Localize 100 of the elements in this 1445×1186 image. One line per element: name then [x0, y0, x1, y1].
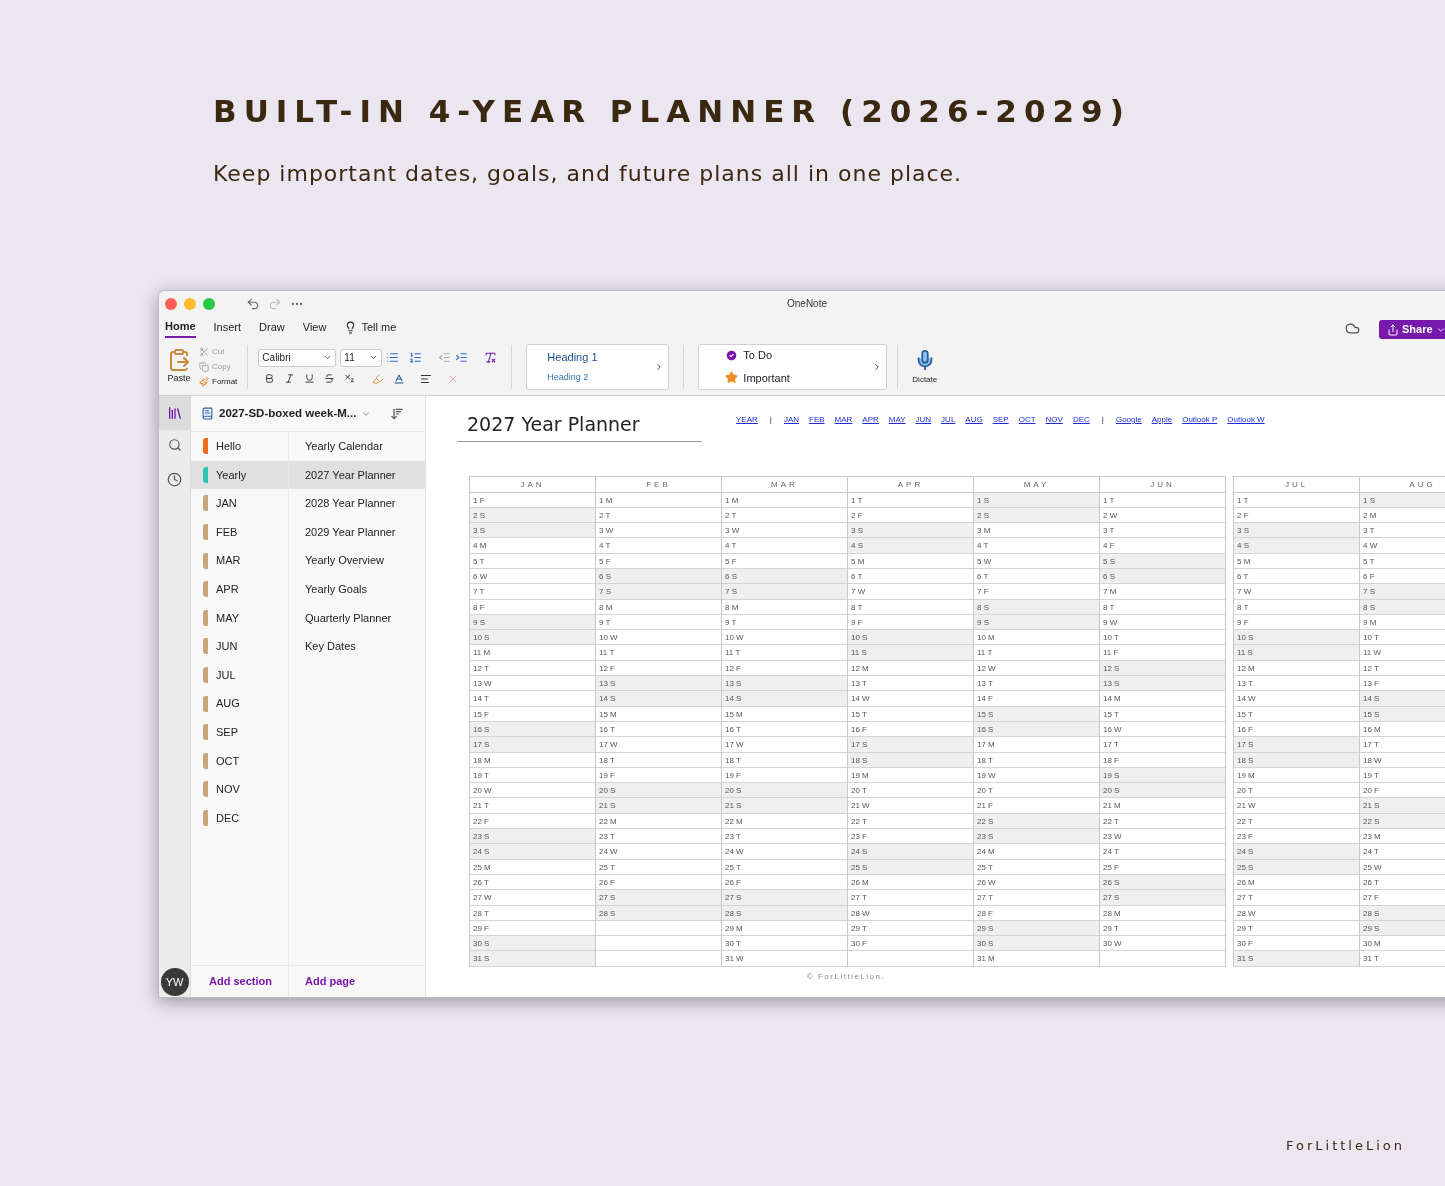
- tell-me-button[interactable]: Tell me: [344, 318, 397, 336]
- nav-link[interactable]: NOV: [1045, 414, 1063, 426]
- section-tab[interactable]: APR: [191, 574, 288, 604]
- nav-link[interactable]: JUL: [941, 414, 956, 426]
- nav-link[interactable]: MAR: [834, 414, 853, 426]
- share-button[interactable]: Share: [1379, 320, 1445, 339]
- ribbon-tab[interactable]: View: [302, 316, 327, 338]
- indent-icon[interactable]: [455, 351, 469, 364]
- day-cell: 17 S: [848, 737, 973, 753]
- chevron-icon: [369, 353, 379, 362]
- section-tab[interactable]: DEC: [191, 803, 288, 833]
- clear-format-icon[interactable]: [484, 351, 498, 364]
- bullet-list-icon[interactable]: [386, 351, 400, 364]
- day-cell: 31 S: [1234, 951, 1359, 967]
- nav-link[interactable]: JUN: [915, 414, 932, 426]
- nav-link[interactable]: OCT: [1018, 414, 1036, 426]
- nav-link[interactable]: AUG: [965, 414, 983, 426]
- section-tab[interactable]: NOV: [191, 775, 288, 804]
- page-tab[interactable]: Yearly Goals: [289, 574, 425, 604]
- format-button[interactable]: Format: [199, 375, 238, 388]
- notebooks-tab[interactable]: [159, 396, 191, 430]
- styles-gallery[interactable]: Heading 1 Heading 2: [526, 343, 670, 390]
- day-cell: 11 S: [848, 645, 973, 661]
- nav-link[interactable]: FEB: [809, 414, 825, 426]
- section-tab[interactable]: JUN: [191, 632, 288, 661]
- user-avatar[interactable]: YW: [160, 968, 189, 996]
- section-tab[interactable]: Yearly: [191, 460, 288, 490]
- paintbrush-icon: [199, 376, 209, 387]
- day-cell: 7 S: [722, 584, 847, 600]
- section-tab[interactable]: MAY: [191, 603, 288, 633]
- nav-link[interactable]: SEP: [992, 414, 1009, 426]
- section-tab[interactable]: MAR: [191, 546, 288, 575]
- nav-link[interactable]: MAY: [888, 414, 906, 426]
- brand-name: ForLittleLion: [1285, 1137, 1405, 1155]
- page-tab[interactable]: 2029 Year Planner: [289, 517, 425, 547]
- day-cell: 4 S: [848, 538, 973, 554]
- month-header: JUL: [1234, 476, 1359, 493]
- section-tab[interactable]: FEB: [191, 517, 288, 547]
- bold-icon[interactable]: [264, 373, 276, 384]
- day-cell: 20 S: [596, 783, 721, 799]
- dictate-button[interactable]: Dictate: [908, 347, 942, 386]
- chevron-icon: [323, 353, 333, 362]
- search-icon[interactable]: [167, 438, 182, 452]
- close-button[interactable]: [165, 297, 177, 310]
- ribbon-tab[interactable]: Draw: [259, 316, 285, 338]
- day-cell: 4 S: [1234, 538, 1359, 554]
- align-icon[interactable]: [420, 372, 433, 385]
- page-tab[interactable]: Yearly Calendar: [289, 432, 425, 461]
- nav-link[interactable]: DEC: [1072, 414, 1090, 426]
- clock-icon[interactable]: [167, 472, 182, 487]
- star-icon: [725, 371, 739, 385]
- to-do-tag[interactable]: To Do: [725, 347, 873, 364]
- ribbon-tab[interactable]: Home: [165, 316, 196, 338]
- day-cell: 13 S: [596, 676, 721, 692]
- tags-gallery[interactable]: To Do Important: [698, 343, 888, 390]
- heading-style[interactable]: Heading 2: [547, 371, 655, 385]
- add-page-link[interactable]: Add page: [305, 973, 356, 990]
- notebook-icon[interactable]: [201, 407, 214, 420]
- nav-link[interactable]: Google: [1115, 414, 1142, 426]
- section-tab[interactable]: Hello: [191, 432, 288, 461]
- subscript-icon[interactable]: [344, 373, 356, 384]
- nav-link[interactable]: YEAR: [736, 414, 758, 426]
- page-tab[interactable]: 2028 Year Planner: [289, 489, 425, 518]
- page-tab[interactable]: Yearly Overview: [289, 546, 425, 575]
- font-field[interactable]: Calibri: [258, 348, 337, 367]
- nav-link[interactable]: Apple: [1151, 414, 1173, 426]
- page-title[interactable]: 2027 Year Planner: [457, 410, 702, 442]
- day-cell: 24 S: [1234, 844, 1359, 860]
- section-tab[interactable]: JUL: [191, 660, 288, 690]
- strikethrough-icon[interactable]: [324, 373, 336, 384]
- heading-style[interactable]: Heading 1: [547, 348, 655, 365]
- add-section-link[interactable]: Add section: [209, 973, 272, 990]
- section-tab[interactable]: JAN: [191, 489, 288, 518]
- section-tab[interactable]: SEP: [191, 717, 288, 747]
- numbered-list-icon[interactable]: [409, 351, 423, 364]
- day-cell: 20 S: [722, 783, 847, 799]
- section-tab[interactable]: AUG: [191, 689, 288, 718]
- font-size-field[interactable]: 11: [340, 348, 383, 367]
- sort-icon[interactable]: [390, 406, 405, 421]
- ribbon-tab[interactable]: Insert: [213, 316, 242, 338]
- separator-text: |: [768, 414, 773, 426]
- font-color-icon[interactable]: [393, 372, 406, 385]
- paste-button[interactable]: Paste: [167, 347, 191, 386]
- day-cell: 27 S: [722, 890, 847, 906]
- italic-icon[interactable]: [284, 373, 296, 384]
- cloud-icon[interactable]: [1345, 321, 1360, 336]
- nav-link[interactable]: Outlook P: [1182, 414, 1218, 426]
- nav-link[interactable]: JAN: [783, 414, 799, 426]
- section-tab[interactable]: OCT: [191, 746, 288, 776]
- day-cell: 21 S: [722, 798, 847, 814]
- important-tag[interactable]: Important: [725, 369, 873, 386]
- page-tab[interactable]: 2027 Year Planner: [289, 460, 425, 490]
- notebook-title[interactable]: 2027-SD-boxed week-M...: [219, 404, 357, 423]
- nav-link[interactable]: APR: [862, 414, 879, 426]
- undo-icon[interactable]: [246, 296, 260, 311]
- nav-link[interactable]: Outlook W: [1227, 414, 1265, 426]
- page-tab[interactable]: Quarterly Planner: [289, 603, 425, 633]
- underline-icon[interactable]: [304, 373, 316, 384]
- headline: BUILT-IN 4-YEAR PLANNER (2026-2029): [213, 92, 1132, 131]
- page-tab[interactable]: Key Dates: [289, 632, 425, 661]
